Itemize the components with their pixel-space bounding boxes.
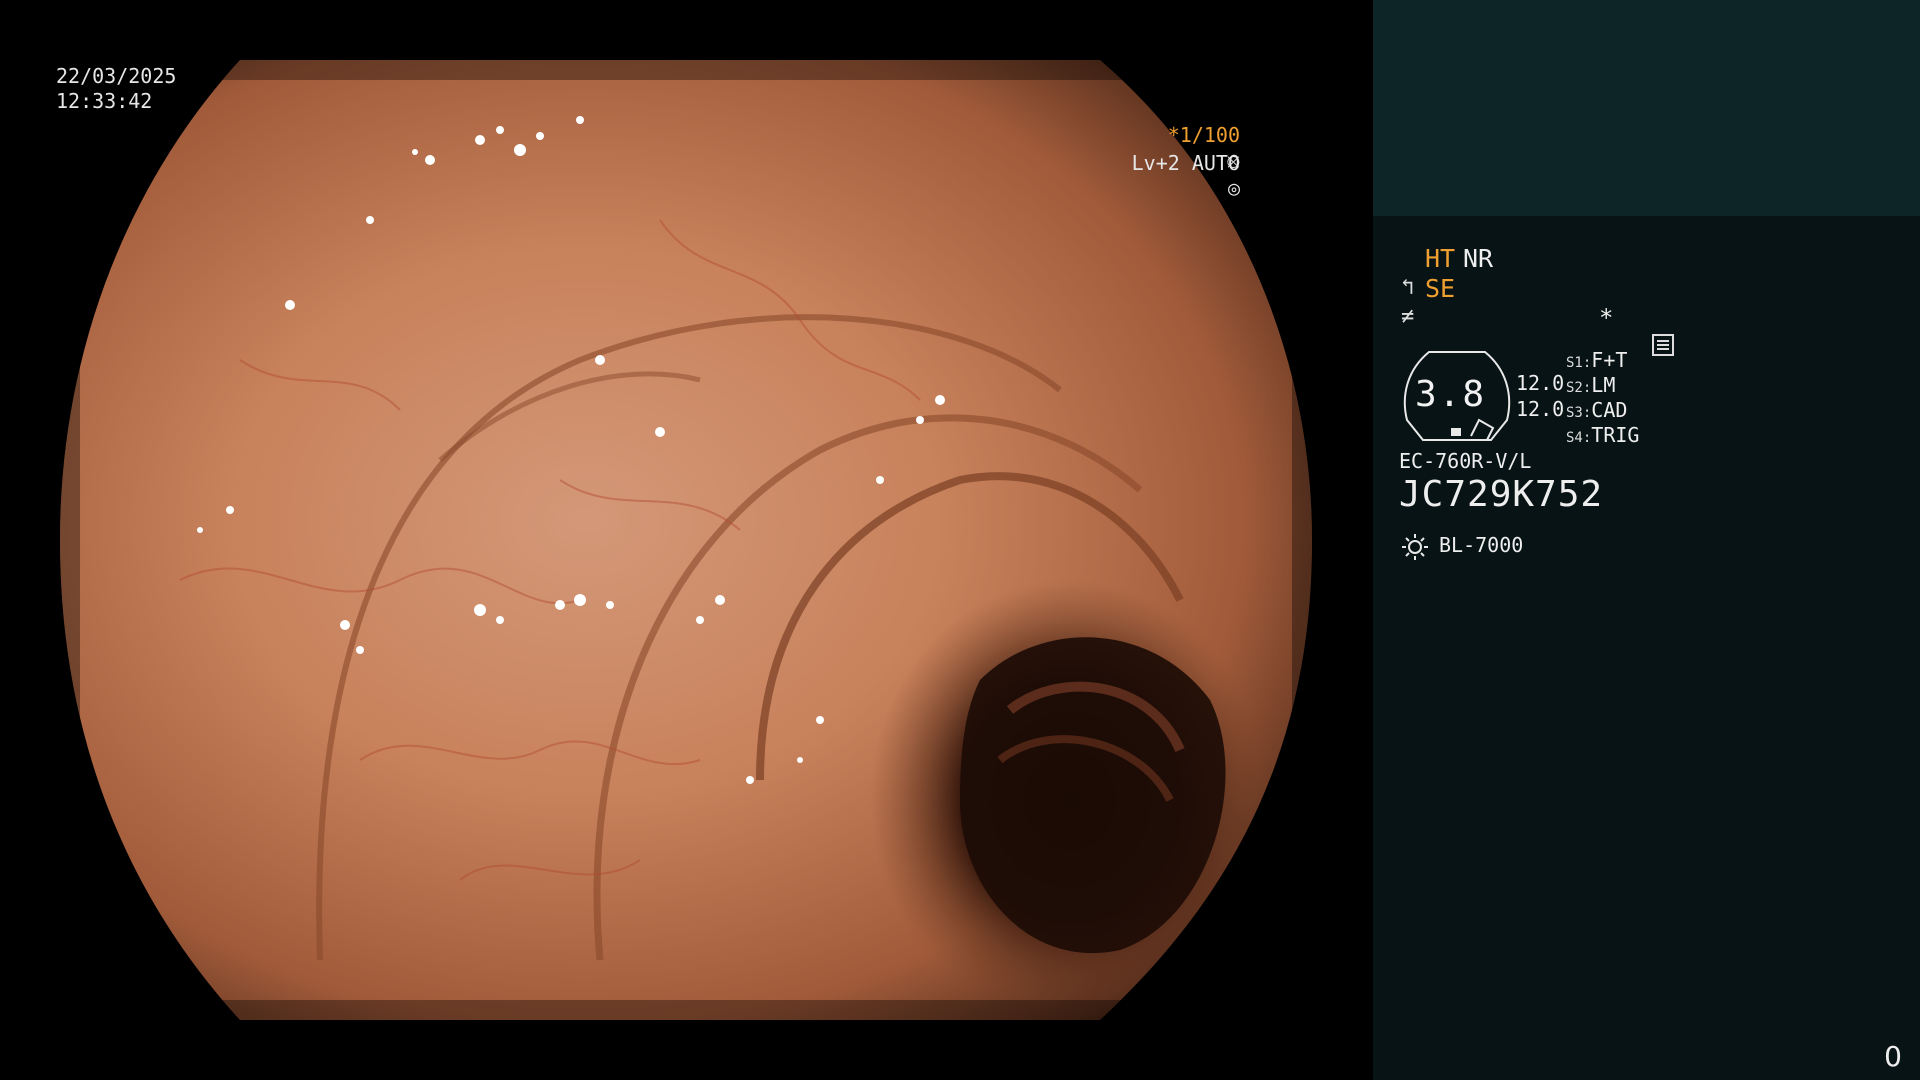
level-value: Lv+2 AUTO bbox=[1131, 151, 1240, 175]
panel-header-area bbox=[1373, 0, 1920, 216]
time: 12:33:42 bbox=[56, 89, 153, 113]
star-indicator: * bbox=[1599, 304, 1614, 332]
se-indicator: SE bbox=[1425, 274, 1456, 303]
switch-key: S3: bbox=[1566, 405, 1592, 421]
light-source-icon bbox=[1402, 534, 1428, 560]
nr-indicator: NR bbox=[1463, 244, 1494, 273]
switch-row: S4:TRIG bbox=[1566, 423, 1639, 447]
switch-key: S4: bbox=[1566, 430, 1592, 446]
structure-enhance-icon: ↰ bbox=[1401, 275, 1415, 300]
ht-indicator: HT bbox=[1425, 244, 1456, 273]
setting-value-1: 12.0 bbox=[1516, 371, 1565, 395]
switch-label: TRIG bbox=[1591, 423, 1640, 447]
setting-value-2: 12.0 bbox=[1516, 397, 1565, 421]
scope-serial: JC729K752 bbox=[1399, 474, 1604, 515]
light-source: BL-7000 bbox=[1439, 533, 1524, 557]
switch-label: LM bbox=[1591, 373, 1616, 397]
frame-counter: 0 bbox=[1884, 1040, 1902, 1073]
switch-row: S1:F+T bbox=[1566, 348, 1627, 372]
date: 22/03/2025 bbox=[56, 64, 177, 88]
color-mode-icon: ≠ bbox=[1401, 304, 1415, 329]
iris-icon: ◎ bbox=[1227, 176, 1240, 200]
datetime: 22/03/2025 12:33:42 bbox=[56, 64, 176, 114]
scope-model: EC-760R-V/L bbox=[1399, 449, 1532, 473]
switch-key: S2: bbox=[1566, 380, 1592, 396]
magnification-value: 3.8 bbox=[1415, 374, 1487, 415]
switch-label: F+T bbox=[1591, 348, 1628, 372]
endoscopy-screen: 22/03/2025 12:33:42 *1/100 ⦻ Lv+2 AUTO ◎… bbox=[0, 0, 1920, 1080]
switch-row: S3:CAD bbox=[1566, 398, 1627, 422]
switch-key: S1: bbox=[1566, 355, 1592, 371]
switch-row: S2:LM bbox=[1566, 373, 1615, 397]
level-readout: Lv+2 AUTO ◎ bbox=[1083, 126, 1240, 226]
info-panel: HT NR ↰ SE ≠ * 3.8 12.0 12.0 S1:F+T S2:L… bbox=[1373, 0, 1920, 1080]
switch-label: CAD bbox=[1591, 398, 1628, 422]
